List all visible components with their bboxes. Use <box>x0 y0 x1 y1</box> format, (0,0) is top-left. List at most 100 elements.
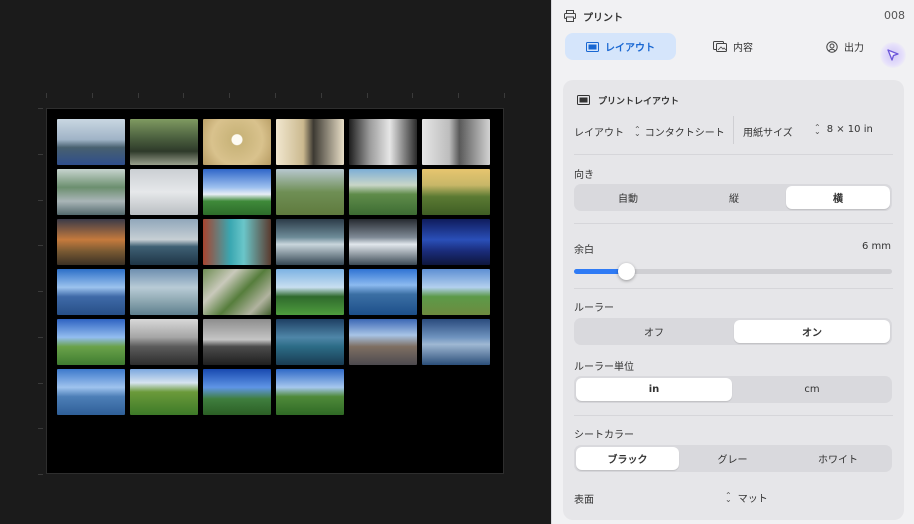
photo-thumbnail <box>57 319 125 365</box>
photo-thumbnail <box>57 369 125 415</box>
photo-thumbnail <box>130 119 198 165</box>
tab-output-label: 出力 <box>844 43 864 54</box>
layout-icon <box>586 41 599 52</box>
photo-thumbnail <box>349 269 417 315</box>
ruler-tick <box>38 153 43 155</box>
photo-thumbnail <box>349 219 417 265</box>
ruler-option[interactable]: オン <box>734 320 890 343</box>
ruler-tick <box>229 93 231 98</box>
ruler-tick <box>504 93 505 98</box>
updown-chevron-icon: ⌃ ⌄ <box>725 490 732 504</box>
divider <box>574 288 893 289</box>
vertical-ruler <box>38 108 44 475</box>
photo-thumbnail <box>203 319 271 365</box>
ruler-unit-segmented-control: in cm <box>574 376 892 403</box>
sheet-color-segmented-control: ブラック グレー ホワイト <box>574 445 892 472</box>
ruler-tick <box>38 108 43 109</box>
photo-thumbnail <box>422 219 490 265</box>
photo-count: 008 <box>884 9 905 22</box>
paper-size-value: 8 × 10 in <box>826 124 873 135</box>
photo-thumbnail <box>422 119 490 165</box>
margin-value: 6 mm <box>861 241 891 252</box>
orientation-option[interactable]: 横 <box>786 186 890 209</box>
divider <box>574 223 893 224</box>
photo-thumbnail <box>349 319 417 365</box>
photo-thumbnail <box>57 219 125 265</box>
ruler-tick <box>412 93 414 98</box>
orientation-segmented-control: 自動 縦 横 <box>574 184 892 211</box>
divider <box>733 116 734 144</box>
photo-thumbnail <box>203 269 271 315</box>
orientation-label: 向き <box>574 170 594 181</box>
layout-value: コンタクトシート <box>644 128 725 139</box>
layout-selector[interactable]: レイアウト ⌃ ⌄ コンタクトシート <box>574 124 725 139</box>
pointer-cursor-icon <box>880 42 906 68</box>
ruler-tick <box>137 93 139 98</box>
surface-selector[interactable]: ⌃ ⌄ マット <box>725 490 768 505</box>
photo-thumbnail <box>422 169 490 215</box>
photo-thumbnail <box>276 269 344 315</box>
margin-slider-knob[interactable] <box>618 263 636 280</box>
panel-title: プリント <box>583 13 623 24</box>
divider <box>574 415 893 416</box>
photo-thumbnail <box>203 169 271 215</box>
ruler-tick <box>38 199 43 201</box>
photo-thumbnail <box>276 219 344 265</box>
photo-thumbnail <box>57 119 125 165</box>
ruler-tick <box>183 93 185 98</box>
photo-thumbnail <box>349 169 417 215</box>
ruler-label: ルーラー <box>574 303 614 314</box>
photo-thumbnail <box>203 369 271 415</box>
photo-thumbnail <box>349 119 417 165</box>
ruler-unit-option[interactable]: in <box>576 378 732 401</box>
orientation-option[interactable]: 縦 <box>682 186 786 209</box>
updown-chevron-icon: ⌃ ⌄ <box>814 122 821 136</box>
orientation-option[interactable]: 自動 <box>576 186 680 209</box>
printer-icon <box>564 10 576 22</box>
photo-thumbnail <box>57 169 125 215</box>
horizontal-ruler <box>46 93 505 99</box>
ruler-tick <box>275 93 276 98</box>
photo-thumbnail <box>130 219 198 265</box>
photo-thumbnail <box>276 119 344 165</box>
photo-thumbnail <box>276 169 344 215</box>
tab-content[interactable]: 内容 <box>688 33 778 60</box>
section-title: プリントレイアウト <box>598 97 680 107</box>
photo-thumbnail <box>422 269 490 315</box>
margin-slider[interactable] <box>574 263 892 280</box>
tab-output[interactable]: 出力 <box>800 33 890 60</box>
layout-settings-card: プリントレイアウト レイアウト ⌃ ⌄ コンタクトシート 用紙サイズ ⌃ ⌄ 8 ×… <box>563 80 904 520</box>
ruler-tick <box>38 291 43 292</box>
ruler-tick <box>38 336 43 338</box>
photo-thumbnail <box>57 269 125 315</box>
surface-value: マット <box>737 494 768 505</box>
divider <box>574 154 893 155</box>
layout-label: レイアウト <box>574 128 624 139</box>
ruler-tick <box>38 428 43 430</box>
sheet-color-label: シートカラー <box>574 430 634 441</box>
photo-thumbnail <box>276 319 344 365</box>
paper-size-selector[interactable]: ⌃ ⌄ 8 × 10 in <box>814 122 873 136</box>
ruler-tick <box>366 93 368 98</box>
sheet-layout-icon <box>577 95 590 105</box>
updown-chevron-icon: ⌃ ⌄ <box>634 124 641 138</box>
tab-layout-label: レイアウト <box>605 43 655 54</box>
sheet-color-option[interactable]: グレー <box>681 447 784 470</box>
paper-size-label: 用紙サイズ <box>743 128 793 139</box>
tab-layout[interactable]: レイアウト <box>565 33 676 60</box>
ruler-segmented-control: オフ オン <box>574 318 892 345</box>
ruler-option[interactable]: オフ <box>576 320 732 343</box>
photos-icon <box>713 41 727 52</box>
thumbnail-grid <box>57 119 490 415</box>
ruler-unit-option[interactable]: cm <box>734 378 890 401</box>
print-preview <box>0 0 551 524</box>
ruler-tick <box>46 93 47 98</box>
photo-thumbnail <box>130 369 198 415</box>
photo-thumbnail <box>422 319 490 365</box>
sheet-color-option[interactable]: ホワイト <box>786 447 890 470</box>
output-icon <box>826 40 838 53</box>
photo-thumbnail <box>276 369 344 415</box>
sheet-color-option[interactable]: ブラック <box>576 447 679 470</box>
photo-thumbnail <box>203 219 271 265</box>
ruler-tick <box>320 93 322 98</box>
